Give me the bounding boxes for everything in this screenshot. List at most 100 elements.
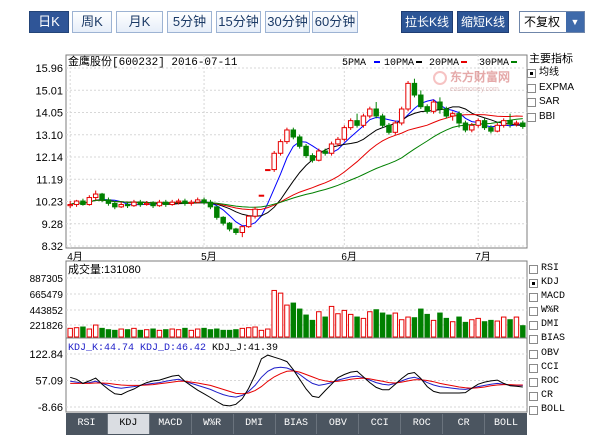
kdj-tick-label: -8.66 (38, 402, 63, 413)
checkbox-icon (529, 307, 538, 317)
volume-bar (99, 327, 105, 338)
volume-bar (462, 321, 469, 338)
indicator-tab-5[interactable]: BIAS (276, 414, 318, 434)
stock-chart[interactable]: 15.96 15.01 14.05 13.10 12.14 11.19 10.23 9.28 8… (0, 40, 597, 413)
volume-bar (443, 317, 450, 338)
volume-bar (194, 328, 201, 338)
sub-indicator-checkbox-8[interactable]: ROC (527, 375, 597, 389)
volume-bar (354, 316, 360, 338)
ma-legend-label-0: 5PMA (342, 58, 366, 69)
sub-indicator-label: KDJ (541, 277, 560, 289)
volume-bar (494, 320, 501, 338)
volume-bar (335, 313, 341, 338)
price-tick-label: 10.23 (35, 197, 63, 209)
volume-bar (367, 311, 373, 338)
volume-bar (500, 316, 507, 338)
checkbox-icon (527, 112, 536, 122)
sub-indicator-checkbox-5[interactable]: BIAS (527, 332, 597, 346)
volume-bar (252, 326, 258, 338)
sub-indicator-label: ROC (541, 375, 560, 387)
volume-bar (143, 329, 150, 338)
indicator-tab-3[interactable]: W%R (192, 414, 234, 434)
sub-indicator-checkbox-1[interactable]: KDJ (527, 276, 597, 290)
candle (258, 194, 265, 197)
volume-bar (80, 326, 86, 338)
checkbox-icon (529, 279, 538, 289)
kdj-tick-label: 57.09 (35, 376, 63, 388)
indicator-tab-4[interactable]: DMI (234, 414, 276, 434)
indicator-tab-6[interactable]: OBV (317, 414, 360, 434)
volume-bar (245, 327, 252, 338)
volume-label: 成交量:131080 (68, 262, 141, 276)
volume-bar (398, 319, 405, 338)
volume-bar (163, 329, 169, 338)
volume-bar (411, 317, 418, 338)
candle (271, 150, 277, 172)
period-tab-4[interactable]: 15分钟 (216, 11, 261, 33)
indicator-tab-10[interactable]: BOLL (485, 414, 527, 434)
volume-bar (430, 319, 437, 338)
volume-tick-label: 443852 (30, 306, 64, 317)
sub-indicator-label: BIAS (541, 333, 566, 345)
indicator-tab-0[interactable]: RSI (66, 414, 108, 434)
sub-indicator-checkbox-2[interactable]: MACD (527, 290, 597, 304)
watermark-text: 东方财富网 (450, 69, 510, 84)
kdj-k-label: KDJ_K:44.74 (68, 343, 134, 354)
period-tab-5[interactable]: 30分钟 (265, 11, 310, 33)
main-indicator-list: 主要指标 均线 EXPMA SAR BBI (527, 53, 597, 125)
shrink-kline-button[interactable]: 缩短K线 (457, 11, 509, 33)
volume-bar (303, 314, 309, 338)
period-tab-3[interactable]: 5分钟 (167, 11, 212, 33)
volume-bar (131, 327, 137, 338)
main-chart-title: 金鹰股份[600232] 2016-07-11 (68, 54, 238, 69)
volume-bar (322, 316, 328, 338)
indicator-tab-9[interactable]: CR (443, 414, 486, 434)
indicator-tab-2[interactable]: MACD (150, 414, 192, 434)
period-tab-1[interactable]: 周K (72, 11, 112, 33)
period-tab-0[interactable]: 日K (29, 11, 69, 33)
sub-indicator-label: RSI (541, 263, 560, 274)
indicator-checkbox-1[interactable]: EXPMA (527, 81, 597, 96)
sub-indicator-checkbox-0[interactable]: RSI (527, 262, 597, 276)
volume-bar (105, 329, 112, 338)
sub-indicator-checkbox-9[interactable]: CR (527, 389, 597, 403)
indicator-checkbox-2[interactable]: SAR (527, 95, 597, 110)
volume-bar (316, 311, 322, 338)
volume-bar (392, 312, 399, 338)
volume-bar (277, 292, 284, 338)
stretch-kline-button[interactable]: 拉长K线 (401, 11, 453, 33)
volume-tick-label: 887305 (30, 274, 64, 285)
checkbox-icon (529, 377, 538, 387)
adjust-select[interactable]: 不复权 ▼ (519, 11, 585, 33)
volume-bar (112, 329, 118, 338)
period-tab-2[interactable]: 月K (116, 11, 163, 33)
period-tab-6[interactable]: 60分钟 (312, 11, 358, 33)
sub-indicator-checkbox-7[interactable]: CCI (527, 361, 597, 375)
sub-indicator-checkbox-3[interactable]: W%R (527, 304, 597, 318)
indicator-tab-1[interactable]: KDJ (107, 414, 150, 434)
volume-bar (265, 328, 271, 338)
sub-indicator-checkbox-6[interactable]: OBV (527, 347, 597, 361)
indicator-label: BBI (539, 110, 556, 122)
candle (392, 120, 399, 135)
volume-bar (309, 319, 316, 338)
volume-bar (220, 329, 226, 338)
candle (328, 141, 335, 156)
sub-indicator-checkbox-10[interactable]: BOLL (527, 403, 597, 417)
checkbox-icon (527, 69, 536, 78)
indicator-checkbox-0[interactable]: 均线 (527, 66, 597, 81)
indicator-checkbox-3[interactable]: BBI (527, 110, 597, 125)
volume-bar (296, 308, 303, 338)
indicator-tabbar: RSI KDJ MACD W%R DMI BIAS OBV CCI ROC CR BOLL (66, 413, 527, 435)
candle (316, 148, 322, 162)
volume-bar (379, 312, 386, 338)
sub-indicator-checkbox-4[interactable]: DMI (527, 318, 597, 332)
candle (379, 113, 386, 128)
volume-bar (488, 319, 494, 338)
indicator-tab-8[interactable]: ROC (401, 414, 444, 434)
kdj-axis: 122.84 57.09 -8.66 (29, 349, 63, 413)
volume-bar (86, 328, 93, 338)
indicator-tab-7[interactable]: CCI (359, 414, 402, 434)
volume-bar (137, 329, 144, 338)
sub-indicator-label: MACD (541, 291, 566, 303)
